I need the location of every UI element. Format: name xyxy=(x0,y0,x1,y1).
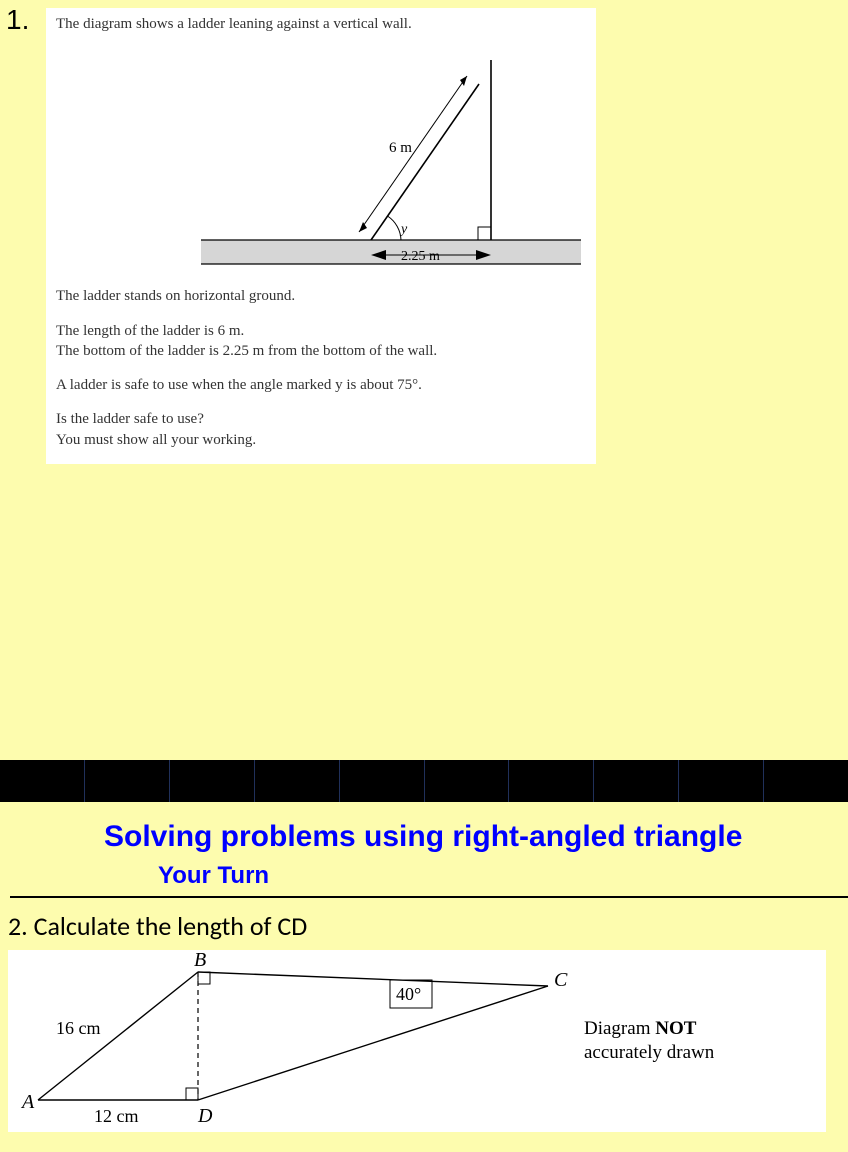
diagram-note-1: Diagram NOT xyxy=(584,1018,696,1040)
problem-1-ground: The ladder stands on horizontal ground. xyxy=(56,286,586,306)
problem-1-base: The bottom of the ladder is 2.25 m from … xyxy=(56,341,586,361)
problem-1-length: The length of the ladder is 6 m. xyxy=(56,321,586,341)
band-cell xyxy=(764,760,848,802)
base-label: 2.25 m xyxy=(401,249,440,264)
band-cell xyxy=(255,760,340,802)
slide-area: Solving problems using right-angled tria… xyxy=(0,802,848,1132)
diagram-note-2: accurately drawn xyxy=(584,1042,714,1064)
vertex-b: B xyxy=(194,950,206,971)
band-cell xyxy=(679,760,764,802)
problem-1-safe: A ladder is safe to use when the angle m… xyxy=(56,375,586,395)
slide-subtitle: Your Turn xyxy=(158,862,848,890)
divider-band xyxy=(0,760,848,802)
ladder-diagram: 6 m y 2.25 m xyxy=(61,40,581,280)
ab-length-label: 16 cm xyxy=(56,1018,101,1038)
band-cell xyxy=(85,760,170,802)
slide-title: Solving problems using right-angled tria… xyxy=(104,820,848,854)
band-cell xyxy=(340,760,425,802)
band-cell xyxy=(425,760,510,802)
problem-1-intro: The diagram shows a ladder leaning again… xyxy=(56,14,586,34)
angle-label: y xyxy=(399,222,408,237)
problem-1: 1. The diagram shows a ladder leaning ag… xyxy=(0,0,848,8)
problem-1-show-working: You must show all your working. xyxy=(56,430,586,450)
problem-1-number: 1. xyxy=(6,4,29,36)
ladder-svg: 6 m y 2.25 m xyxy=(61,40,581,280)
triangle-diagram-svg: 40° B C A D 16 cm 12 cm xyxy=(8,950,568,1132)
band-cell xyxy=(509,760,594,802)
problem-1-question: Is the ladder safe to use? xyxy=(56,409,586,429)
problem-1-card: The diagram shows a ladder leaning again… xyxy=(46,8,596,464)
angle-c-label: 40° xyxy=(396,984,421,1004)
band-cell xyxy=(0,760,85,802)
band-cell xyxy=(170,760,255,802)
problem-2-card: 40° B C A D 16 cm 12 cm Diagram NOT accu… xyxy=(8,950,826,1132)
vertex-c: C xyxy=(554,969,568,991)
band-cell xyxy=(594,760,679,802)
ladder-length-label: 6 m xyxy=(389,140,412,156)
vertex-d: D xyxy=(197,1105,213,1127)
vertex-a: A xyxy=(20,1091,35,1113)
horizontal-rule xyxy=(10,896,848,898)
problem-2-text: 2. Calculate the length of CD xyxy=(8,910,848,942)
ad-length-label: 12 cm xyxy=(94,1106,139,1126)
